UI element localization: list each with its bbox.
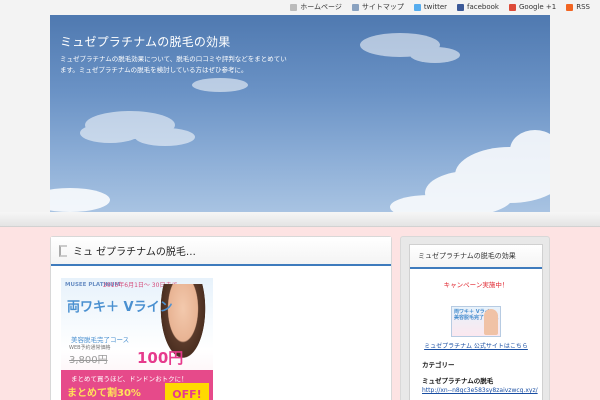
header-strip [0,212,600,227]
ad-discount-band: まとめて買うほど、ドンドンおトクに！ まとめて割30% OFF! [61,370,213,400]
sitemap-icon [351,3,359,11]
sitemap-link[interactable]: サイトマップ [351,2,404,12]
post-header: ミュ ゼプラチナムの脱毛… [51,237,391,266]
google-plus-link[interactable]: Google +1 [509,3,556,11]
rss-link-label: RSS [576,3,590,11]
home-icon [290,3,298,11]
twitter-link[interactable]: twitter [413,3,448,11]
rss-link[interactable]: RSS [566,3,590,11]
sidebar-label-category: カテゴリー [422,361,455,369]
sitemap-link-label: サイトマップ [361,3,404,11]
ad-headline: 両ワキ＋ Vライン [67,300,173,315]
sidebar-campaign-text: キャンペーン実施中！ [443,281,509,289]
rss-icon [566,3,574,11]
main-content: ミュ ゼプラチナムの脱毛… MUSEE PLATINUM 2015年6月1日～ … [50,236,392,400]
sidebar-ad-thumbnail[interactable]: 両ワキ＋ Vライン 美容脱毛完了コース [451,306,501,337]
campaign-ad-banner[interactable]: MUSEE PLATINUM 2015年6月1日～ 30日まで 両ワキ＋ Vライ… [61,278,213,400]
post-title[interactable]: ミュ ゼプラチナムの脱毛… [73,243,196,258]
home-link-label: ホームページ [300,3,342,11]
facebook-link[interactable]: facebook [457,3,499,11]
ad-price: 100円 [137,349,184,367]
facebook-link-label: facebook [467,3,499,11]
home-link[interactable]: ホームページ [290,2,342,12]
twitter-link-label: twitter [423,3,448,11]
facebook-icon [457,3,465,11]
top-links: ホームページ サイトマップ twitter facebook Google +1… [290,2,590,12]
twitter-icon [413,3,421,11]
ad-off-badge: OFF! [165,383,209,400]
ad-old-price: 3,800円 [69,355,108,366]
google-plus-link-label: Google +1 [519,3,557,11]
ad-subline: 美容脱毛完了コース [71,336,130,344]
site-description: ミュゼプラチナムの脱毛効果について、脱毛の口コミや評判などをまとめています。ミュ… [60,55,287,74]
top-bar: ホームページ サイトマップ twitter facebook Google +1… [0,0,600,15]
sidebar-thumb-figure [484,309,498,335]
sidebar-label-site: ミュゼプラチナムの脱毛 [422,377,494,385]
sidebar-official-link[interactable]: ミュゼプラチナム 公式サイトはこちら [410,341,542,350]
google-plus-icon [509,3,516,11]
sidebar-url-link[interactable]: http://xn--n8gc3e583sy8zaivzwcg.xyz/ [410,387,542,394]
ad-web-note: WEB予約通常価格 [69,345,111,351]
sidebar-widget: ミュゼプラチナムの脱毛の効果 キャンペーン実施中！ 両ワキ＋ Vライン 美容脱毛… [409,244,543,400]
sidebar: ミュゼプラチナムの脱毛の効果 キャンペーン実施中！ 両ワキ＋ Vライン 美容脱毛… [400,236,550,400]
post-icon [59,244,67,257]
site-title[interactable]: ミュゼプラチナムの脱毛の効果 [60,33,230,50]
ad-band-top: まとめて買うほど、ドンドンおトクに！ [71,375,188,383]
sidebar-title: ミュゼプラチナムの脱毛の効果 [410,245,542,269]
ad-band-big: まとめて割30% [67,388,141,399]
